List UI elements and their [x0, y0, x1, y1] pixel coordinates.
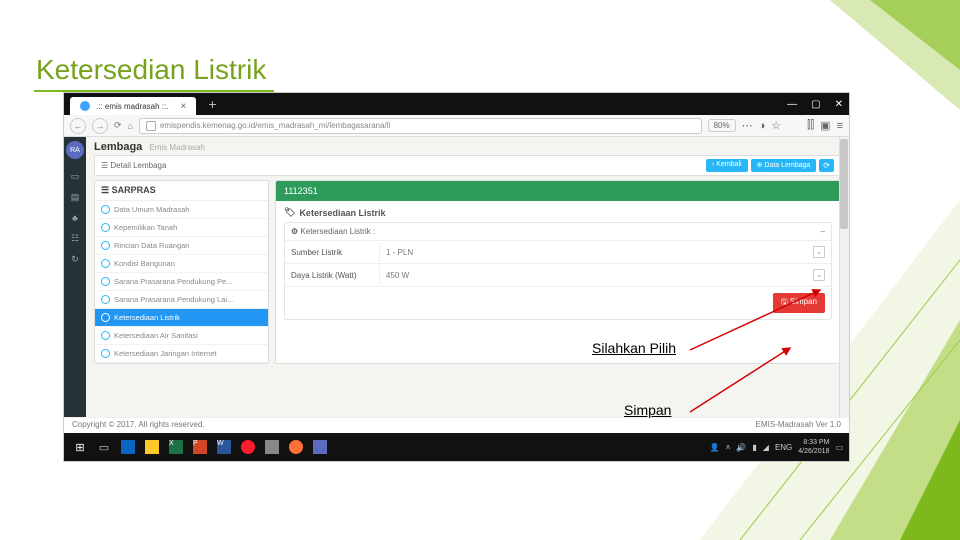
- tab-title: .:: emis madrasah ::.: [96, 102, 168, 111]
- title-underline: [34, 90, 274, 92]
- menu-data-umum[interactable]: Data Umum Madrasah: [95, 201, 268, 219]
- url-text: emispendis.kemenag.go.id/emis_madrasah_m…: [160, 121, 390, 130]
- menu-kepemilikan-tanah[interactable]: Kepemilikan Tanah: [95, 219, 268, 237]
- arrow-simpan: [680, 340, 810, 420]
- menu-rincian-ruangan[interactable]: Rincian Data Ruangan: [95, 237, 268, 255]
- paint-icon[interactable]: [310, 437, 330, 457]
- value-sumber-listrik: 1 - PLN: [386, 248, 413, 257]
- app-sidebar: RA ▭ ▤ ♣ ☷ ↻: [64, 137, 86, 417]
- back-button[interactable]: ‹ Kembali: [706, 159, 748, 172]
- menu-kondisi-bangunan[interactable]: Kondisi Bangunan: [95, 255, 268, 273]
- annotation-simpan: Simpan: [624, 402, 671, 418]
- data-lembaga-button[interactable]: ⊕ Data Lembaga: [751, 159, 817, 172]
- nav-back-button[interactable]: ←: [70, 118, 86, 134]
- nav-forward-button[interactable]: →: [92, 118, 108, 134]
- tray-up-icon[interactable]: ˄: [726, 443, 731, 452]
- refresh-button[interactable]: ⟳: [819, 159, 834, 172]
- dropdown-daya-listrik[interactable]: ⌄: [813, 269, 825, 281]
- tab-close-icon[interactable]: ×: [180, 101, 186, 112]
- detail-bar: ☰ Detail Lembaga ‹ Kembali ⊕ Data Lembag…: [94, 155, 841, 176]
- institution-id: 1112351: [276, 181, 840, 201]
- tray-battery-icon[interactable]: ▮: [752, 443, 756, 452]
- sidebar-icon-5[interactable]: ↻: [71, 254, 79, 265]
- avatar-icon[interactable]: RA: [66, 141, 84, 159]
- word-icon[interactable]: W: [214, 437, 234, 457]
- reader-icon[interactable]: ◑: [759, 120, 766, 132]
- page-scrollbar[interactable]: [839, 137, 849, 417]
- sarpras-header: ☰ SARPRAS: [95, 181, 268, 201]
- collapse-icon[interactable]: –: [821, 227, 825, 236]
- annotation-pilih: Silahkan Pilih: [592, 340, 676, 356]
- sidebar-icon[interactable]: ▣: [820, 119, 830, 132]
- breadcrumb-main: Lembaga: [94, 141, 142, 153]
- window-minimize-icon[interactable]: —: [787, 99, 797, 110]
- tray-lang[interactable]: ENG: [775, 443, 792, 452]
- library-icon[interactable]: ⫿⫿: [807, 119, 814, 132]
- window-maximize-icon[interactable]: ▢: [811, 99, 820, 110]
- sidebar-icon-3[interactable]: ♣: [72, 213, 78, 223]
- value-daya-listrik: 450 W: [386, 271, 409, 280]
- dropdown-sumber-listrik[interactable]: ⌄: [813, 246, 825, 258]
- copyright: Copyright © 2017. All rights reserved.: [72, 420, 205, 431]
- settings-icon[interactable]: [262, 437, 282, 457]
- tray-volume-icon[interactable]: 🔊: [736, 443, 746, 452]
- nav-reload-button[interactable]: ⟳: [114, 120, 122, 131]
- detail-label: ☰ Detail Lembaga: [101, 161, 166, 170]
- sidebar-icon-1[interactable]: ▭: [71, 171, 80, 182]
- menu-air-sanitasi[interactable]: Ketersediaan Air Sanitasi: [95, 327, 268, 345]
- breadcrumb: Lembaga Emis Madrasah: [94, 141, 841, 153]
- overflow-menu-icon[interactable]: ⋯: [742, 119, 753, 132]
- opera-icon[interactable]: [238, 437, 258, 457]
- section-title: 🏷Ketersediaan Listrik: [284, 207, 832, 218]
- window-close-icon[interactable]: ✕: [835, 99, 843, 110]
- bookmark-star-icon[interactable]: ☆: [771, 119, 781, 132]
- browser-tab[interactable]: .:: emis madrasah ::. ×: [70, 97, 196, 115]
- sidebar-icon-2[interactable]: ▤: [71, 192, 80, 203]
- sidebar-icon-4[interactable]: ☷: [71, 233, 79, 244]
- url-bar[interactable]: emispendis.kemenag.go.id/emis_madrasah_m…: [139, 118, 702, 134]
- nav-home-button[interactable]: ⌂: [128, 121, 133, 131]
- tray-people-icon[interactable]: 👤: [710, 443, 720, 452]
- version: EMIS-Madrasah Ver 1.0: [756, 420, 841, 431]
- task-view-icon[interactable]: ▭: [94, 437, 114, 457]
- menu-ketersediaan-listrik[interactable]: Ketersediaan Listrik: [95, 309, 268, 327]
- window-titlebar: .:: emis madrasah ::. × + — ▢ ✕: [64, 93, 849, 115]
- excel-icon[interactable]: X: [166, 437, 186, 457]
- tag-icon: 🏷: [284, 207, 295, 218]
- windows-taskbar: ⊞ ▭ X P W 👤 ˄ 🔊 ▮ ◢ ENG 8:33 PM 4/26/201…: [64, 433, 849, 461]
- sarpras-panel: ☰ SARPRAS Data Umum Madrasah Kepemilikan…: [94, 180, 269, 364]
- tray-wifi-icon[interactable]: ◢: [763, 443, 769, 452]
- slide-title: Ketersedian Listrik: [36, 54, 266, 86]
- label-daya-listrik: Daya Listrik (Watt): [285, 266, 380, 285]
- browser-navbar: ← → ⟳ ⌂ emispendis.kemenag.go.id/emis_ma…: [64, 115, 849, 137]
- powerpoint-icon[interactable]: P: [190, 437, 210, 457]
- menu-jaringan-internet[interactable]: Ketersediaan Jaringan Internet: [95, 345, 268, 363]
- menu-sarpras-pe[interactable]: Sarana Prasarana Pendukung Pe...: [95, 273, 268, 291]
- tab-favicon: [80, 101, 90, 111]
- tray-clock[interactable]: 8:33 PM 4/26/2018: [798, 438, 829, 456]
- row-sumber-listrik: Sumber Listrik 1 - PLN ⌄: [285, 241, 831, 264]
- breadcrumb-sub: Emis Madrasah: [149, 143, 205, 152]
- new-tab-button[interactable]: +: [208, 96, 216, 112]
- explorer-icon[interactable]: [142, 437, 162, 457]
- edge-icon[interactable]: [118, 437, 138, 457]
- start-button[interactable]: ⊞: [70, 437, 90, 457]
- tray-notification-icon[interactable]: ▭: [835, 443, 843, 452]
- menu-sarpras-lai[interactable]: Sarana Prasarana Pendukung Lai...: [95, 291, 268, 309]
- zoom-level[interactable]: 80%: [708, 119, 736, 132]
- form-subheader: ⚙ Ketersediaan Listrik :–: [285, 223, 831, 241]
- menu-icon[interactable]: ≡: [837, 120, 843, 132]
- label-sumber-listrik: Sumber Listrik: [285, 243, 380, 262]
- firefox-icon[interactable]: [286, 437, 306, 457]
- site-info-icon[interactable]: [146, 121, 156, 131]
